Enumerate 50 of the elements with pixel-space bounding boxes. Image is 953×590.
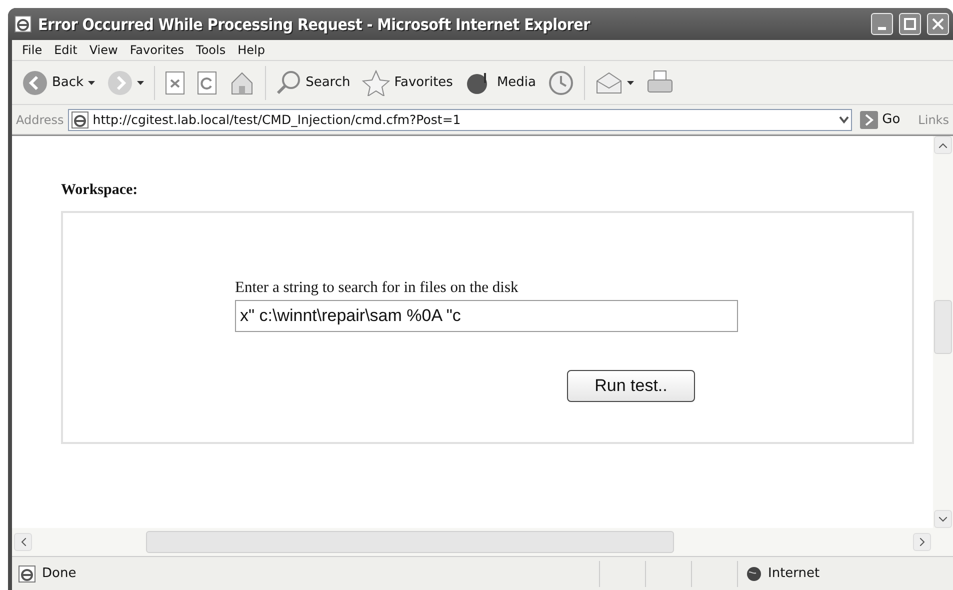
scroll-right-button[interactable] bbox=[913, 533, 931, 551]
back-button[interactable]: Back bbox=[18, 68, 99, 98]
scroll-up-button[interactable] bbox=[934, 136, 952, 154]
dropdown-icon bbox=[839, 116, 850, 124]
address-label: Address bbox=[16, 112, 64, 126]
favorites-button[interactable]: Favorites bbox=[358, 68, 457, 98]
refresh-icon bbox=[196, 70, 217, 94]
go-button[interactable]: Go bbox=[856, 108, 904, 130]
menu-item[interactable]: Tools bbox=[192, 43, 234, 57]
scroll-left-button[interactable] bbox=[14, 533, 32, 551]
zone-text: Internet bbox=[768, 566, 820, 581]
forward-icon bbox=[106, 70, 133, 96]
menu-item[interactable]: Favorites bbox=[126, 43, 192, 57]
star-icon bbox=[362, 70, 390, 96]
menu-item[interactable]: Edit bbox=[50, 43, 86, 57]
search-button[interactable]: Search bbox=[272, 68, 354, 98]
maximize-icon bbox=[904, 18, 916, 30]
stop-icon bbox=[164, 70, 185, 94]
home-icon bbox=[228, 70, 255, 94]
printer-icon bbox=[646, 70, 674, 96]
dropdown-caret-icon bbox=[136, 80, 144, 84]
address-combo-box[interactable]: http://cgitest.lab.local/test/CMD_Injection/cmd.cfm?Post=1 bbox=[68, 108, 852, 130]
window-title: Error Occurred While Processing Request - Microsoft Internet Explorer bbox=[38, 14, 592, 34]
status-text: Done bbox=[42, 566, 78, 581]
run-test-button[interactable]: Run test.. bbox=[567, 370, 695, 402]
close-button[interactable] bbox=[927, 13, 949, 35]
media-button[interactable]: Media bbox=[460, 68, 540, 98]
maximize-button[interactable] bbox=[899, 13, 921, 35]
page-icon bbox=[14, 15, 32, 33]
scroll-down-button[interactable] bbox=[934, 510, 952, 528]
search-string-field[interactable]: x" c:\winnt\repair\sam %0A "c bbox=[235, 300, 738, 332]
section-heading: Workspace: bbox=[61, 182, 139, 199]
menu-item[interactable]: File bbox=[18, 43, 50, 57]
mail-icon bbox=[595, 70, 624, 94]
history-icon bbox=[548, 70, 574, 96]
dropdown-caret-icon bbox=[88, 80, 95, 84]
scrollbar-thumb[interactable] bbox=[146, 531, 674, 553]
minimize-button[interactable] bbox=[871, 13, 893, 35]
page-icon bbox=[18, 564, 36, 582]
globe-icon bbox=[746, 566, 762, 582]
minimize-icon bbox=[878, 26, 886, 30]
close-icon bbox=[932, 18, 944, 30]
menu-item[interactable]: Help bbox=[234, 43, 273, 57]
page-icon bbox=[70, 110, 89, 128]
scrollbar-thumb[interactable] bbox=[934, 300, 952, 354]
dropdown-caret-icon bbox=[627, 80, 634, 84]
back-icon bbox=[22, 70, 48, 96]
field-label: Enter a string to search for in files on the disk bbox=[235, 279, 520, 297]
search-icon bbox=[276, 70, 302, 96]
menu-item[interactable]: View bbox=[85, 43, 126, 57]
